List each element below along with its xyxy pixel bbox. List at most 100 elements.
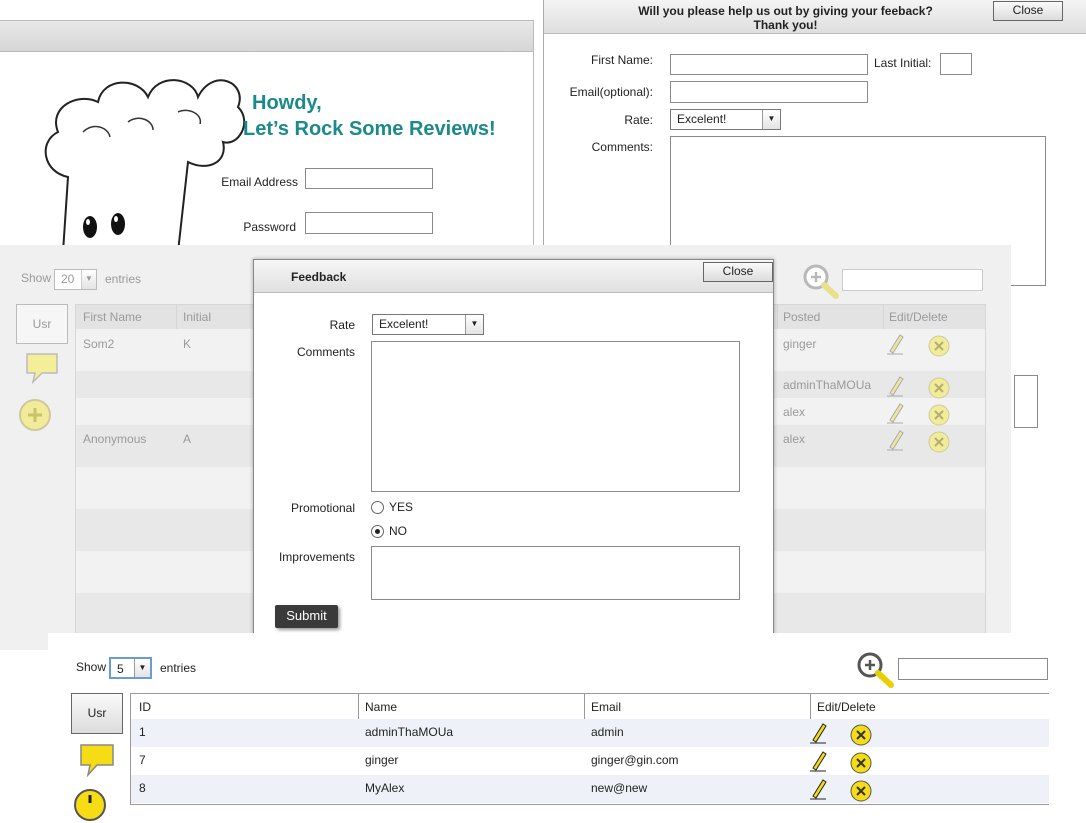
page-size-value: 5	[117, 662, 124, 676]
cell-id: 8	[139, 781, 146, 795]
table-row[interactable]: 7 ginger ginger@gin.com	[131, 747, 1049, 775]
delete-icon[interactable]	[850, 780, 872, 802]
rate-select[interactable]: Excelent! ▼	[372, 314, 484, 335]
cell-id: 1	[139, 725, 146, 739]
col-divider	[810, 694, 811, 719]
entries-label: entries	[105, 272, 142, 286]
edit-pencil-icon[interactable]	[809, 750, 827, 772]
submit-button[interactable]: Submit	[275, 605, 338, 628]
first-name-input[interactable]	[670, 54, 868, 75]
comments-label: Comments	[296, 345, 355, 359]
table-row[interactable]: 8 MyAlex new@new	[131, 775, 1049, 803]
delete-icon[interactable]	[928, 431, 950, 453]
rate-label: Rate	[329, 318, 355, 332]
users-table-header	[131, 694, 1049, 720]
cell-first-name: Som2	[83, 337, 115, 351]
col-edit-delete: Edit/Delete	[889, 310, 948, 324]
search-input[interactable]	[842, 269, 983, 291]
chevron-down-icon: ▼	[81, 270, 96, 289]
cell-posted: alex	[783, 405, 806, 419]
last-initial-input[interactable]	[940, 53, 972, 75]
password-label: Password	[243, 220, 296, 234]
cell-email: new@new	[591, 781, 648, 795]
users-panel: Show 5 ▼ entries Usr ID Name Email Edit/…	[48, 633, 1049, 821]
rate-select-value: Excelent!	[677, 112, 727, 126]
last-initial-label: Last Initial:	[874, 56, 932, 70]
comments-label: Comments:	[591, 140, 653, 154]
chevron-down-icon: ▼	[465, 315, 483, 334]
show-label: Show	[76, 660, 107, 674]
feedback-form-title-line1: Will you please help us out by giving yo…	[638, 4, 933, 18]
close-button[interactable]: Close	[703, 262, 773, 282]
usr-button[interactable]: Usr	[71, 693, 123, 734]
col-name: Name	[365, 700, 398, 714]
delete-icon[interactable]	[928, 335, 950, 357]
rate-label: Rate:	[624, 113, 653, 127]
chevron-down-icon: ▼	[762, 110, 780, 129]
email-optional-label: Email(optional):	[569, 85, 653, 99]
email-optional-input[interactable]	[670, 81, 868, 103]
delete-icon[interactable]	[850, 752, 872, 774]
feedback-modal-title: Feedback	[291, 270, 347, 284]
improvements-label: Improvements	[278, 550, 355, 564]
edit-pencil-icon[interactable]	[809, 722, 827, 744]
comment-bubble-icon[interactable]	[78, 742, 118, 778]
comment-bubble-icon[interactable]	[24, 351, 62, 385]
edit-pencil-icon[interactable]	[886, 333, 904, 355]
login-panel: Howdy, Let’s Rock Some Reviews! Email Ad…	[0, 0, 540, 252]
first-name-label: First Name:	[590, 53, 653, 67]
add-icon[interactable]	[17, 397, 53, 433]
col-divider	[584, 694, 585, 719]
email-address-input[interactable]	[305, 168, 433, 189]
cell-name: MyAlex	[365, 781, 405, 795]
radio-no-label: NO	[389, 524, 407, 538]
rate-select[interactable]: Excelent! ▼	[670, 109, 781, 130]
cell-email: ginger@gin.com	[591, 753, 679, 767]
password-input[interactable]	[305, 212, 433, 234]
search-zoom-icon[interactable]	[802, 263, 840, 299]
col-edit-delete: Edit/Delete	[817, 700, 876, 714]
col-first-name: First Name	[83, 310, 142, 324]
page-size-value: 20	[61, 272, 75, 286]
page-size-select[interactable]: 20 ▼	[54, 269, 97, 290]
cell-initial: A	[183, 432, 192, 446]
col-initial: Initial	[183, 310, 212, 324]
delete-icon[interactable]	[928, 377, 950, 399]
search-input[interactable]	[898, 658, 1048, 680]
show-label: Show	[21, 271, 52, 285]
comments-textarea[interactable]	[371, 341, 740, 492]
edit-pencil-icon[interactable]	[886, 375, 904, 397]
cell-email: admin	[591, 725, 624, 739]
login-header-bar	[0, 20, 534, 52]
greeting-line2: Let’s Rock Some Reviews!	[243, 118, 496, 140]
login-panel-border	[533, 20, 534, 250]
radio-circle-selected	[371, 525, 384, 538]
radio-dot	[375, 529, 380, 534]
cell-id: 7	[139, 753, 146, 767]
delete-icon[interactable]	[850, 724, 872, 746]
col-id: ID	[139, 700, 151, 714]
close-button[interactable]: Close	[993, 1, 1063, 21]
radio-yes-label: YES	[389, 500, 414, 514]
usr-button[interactable]: Usr	[16, 304, 68, 344]
search-zoom-icon[interactable]	[856, 651, 896, 689]
page-size-select[interactable]: 5 ▼	[109, 657, 152, 679]
cell-name: adminThaMOUa	[365, 725, 454, 739]
table-row[interactable]: 1 adminThaMOUa admin	[131, 719, 1049, 747]
partial-input-box[interactable]	[1014, 375, 1038, 428]
col-email: Email	[591, 700, 622, 714]
cell-posted: alex	[783, 432, 806, 446]
users-table: ID Name Email Edit/Delete 1 adminThaMOUa…	[130, 693, 1049, 805]
improvements-textarea[interactable]	[371, 546, 740, 600]
promotional-label: Promotional	[290, 501, 355, 515]
feedback-form-title-line2: Thank you!	[753, 18, 818, 32]
rate-select-value: Excelent!	[379, 317, 429, 331]
edit-pencil-icon[interactable]	[886, 429, 904, 451]
add-icon[interactable]	[72, 787, 108, 823]
edit-pencil-icon[interactable]	[809, 778, 827, 800]
cell-name: ginger	[365, 753, 399, 767]
delete-icon[interactable]	[928, 404, 950, 426]
edit-pencil-icon[interactable]	[886, 402, 904, 424]
cell-posted: ginger	[783, 337, 817, 351]
email-address-label: Email Address	[221, 175, 298, 189]
